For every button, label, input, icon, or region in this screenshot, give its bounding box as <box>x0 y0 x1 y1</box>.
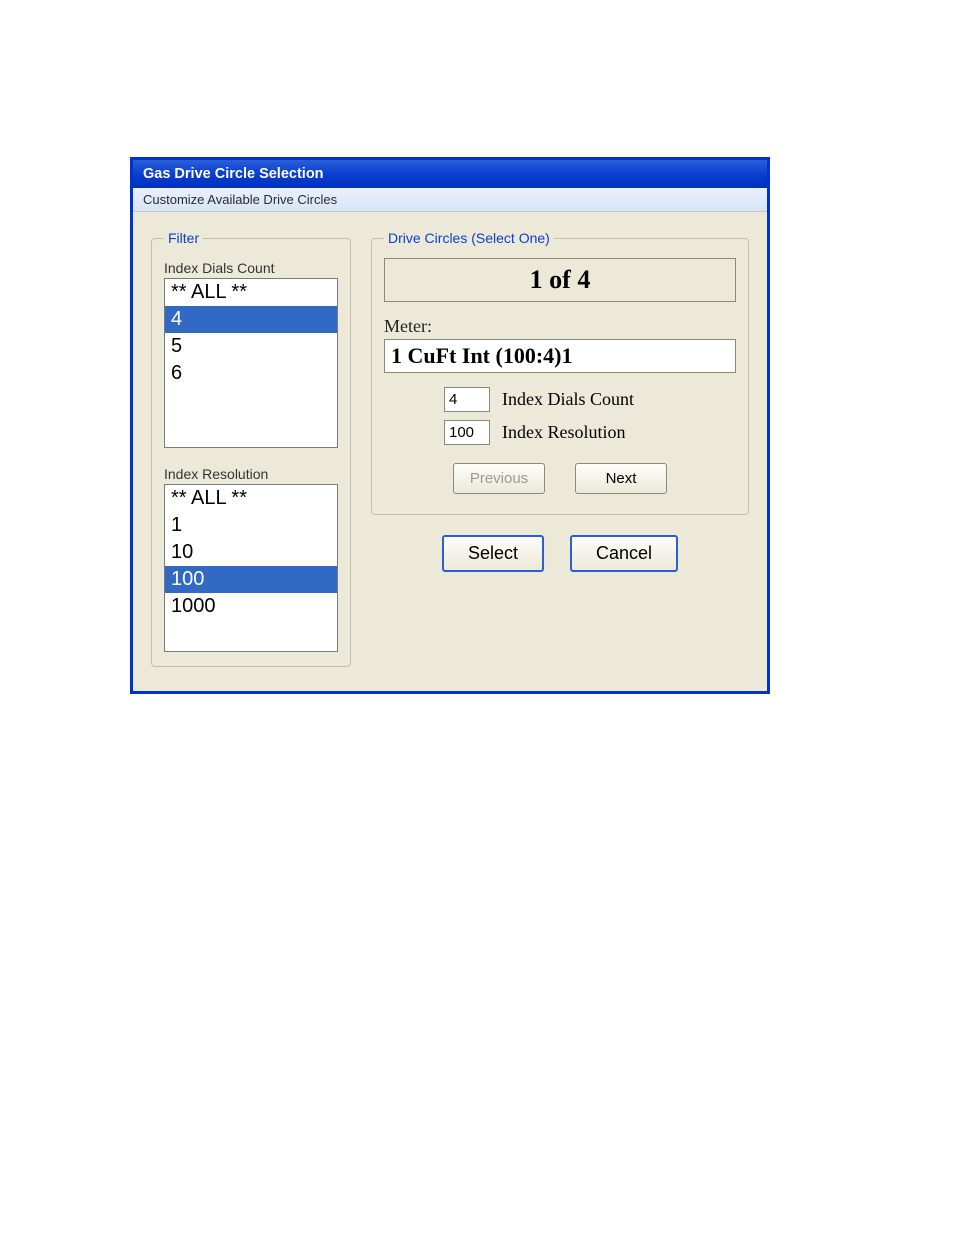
meter-label: Meter: <box>384 316 736 337</box>
select-button[interactable]: Select <box>442 535 544 572</box>
dials-value-label: Index Dials Count <box>502 389 634 410</box>
list-item[interactable]: ** ALL ** <box>165 279 337 306</box>
filter-legend: Filter <box>164 230 203 246</box>
titlebar[interactable]: Gas Drive Circle Selection <box>133 160 767 188</box>
menubar: Customize Available Drive Circles <box>133 188 767 212</box>
dialog-window: Gas Drive Circle Selection Customize Ava… <box>130 157 770 694</box>
list-item[interactable]: 1 <box>165 512 337 539</box>
dials-count-label: Index Dials Count <box>164 260 338 276</box>
drive-circles-group: Drive Circles (Select One) 1 of 4 Meter:… <box>371 230 749 515</box>
client-area: Filter Index Dials Count ** ALL **456 In… <box>133 212 767 691</box>
cancel-button[interactable]: Cancel <box>570 535 678 572</box>
action-row: Select Cancel <box>371 535 749 572</box>
filter-group: Filter Index Dials Count ** ALL **456 In… <box>151 230 351 667</box>
list-item[interactable]: 1000 <box>165 593 337 620</box>
drive-circles-legend: Drive Circles (Select One) <box>384 230 554 246</box>
dials-field-row: 4 Index Dials Count <box>444 387 736 412</box>
page-counter: 1 of 4 <box>384 258 736 302</box>
nav-row: Previous Next <box>384 463 736 494</box>
list-item[interactable]: ** ALL ** <box>165 485 337 512</box>
dials-value-box: 4 <box>444 387 490 412</box>
menu-customize[interactable]: Customize Available Drive Circles <box>143 192 337 207</box>
window-title: Gas Drive Circle Selection <box>143 166 324 182</box>
meter-value: 1 CuFt Int (100:4)1 <box>384 339 736 373</box>
res-value-label: Index Resolution <box>502 422 626 443</box>
dials-count-listbox[interactable]: ** ALL **456 <box>164 278 338 448</box>
resolution-listbox[interactable]: ** ALL **1101001000 <box>164 484 338 652</box>
right-column: Drive Circles (Select One) 1 of 4 Meter:… <box>371 230 749 667</box>
list-item[interactable]: 5 <box>165 333 337 360</box>
list-item[interactable]: 4 <box>165 306 337 333</box>
res-field-row: 100 Index Resolution <box>444 420 736 445</box>
list-item[interactable]: 100 <box>165 566 337 593</box>
res-value-box: 100 <box>444 420 490 445</box>
previous-button[interactable]: Previous <box>453 463 545 494</box>
list-item[interactable]: 10 <box>165 539 337 566</box>
list-item[interactable]: 6 <box>165 360 337 387</box>
resolution-label: Index Resolution <box>164 466 338 482</box>
next-button[interactable]: Next <box>575 463 667 494</box>
